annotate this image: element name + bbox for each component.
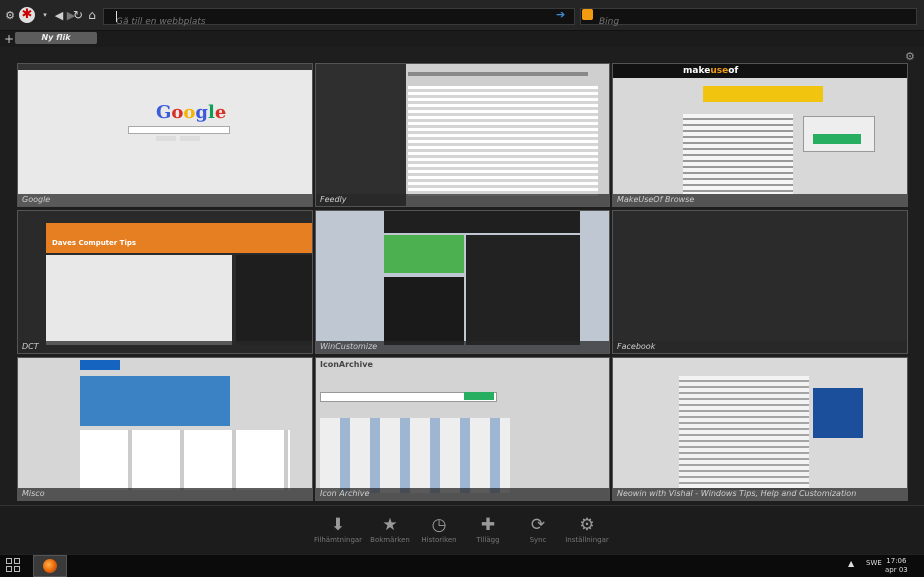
home-icon[interactable]: ⌂ [85, 8, 99, 22]
browser-logo-icon[interactable]: ✱ [19, 7, 35, 23]
clock-time: 17:06 [886, 557, 907, 565]
speed-dial-makeuseof[interactable]: makeuseof MakeUseOf Browse [612, 63, 908, 207]
google-logo-art: Google [156, 102, 227, 123]
url-input[interactable] [116, 14, 546, 30]
thumbnail-label: DCT [18, 341, 312, 353]
menu-button-icon[interactable]: ⚙ [3, 8, 17, 22]
download-icon: ⬇ [330, 515, 346, 535]
firefox-icon [43, 559, 57, 573]
logo-dropdown-icon[interactable]: ▾ [38, 8, 52, 22]
speed-dial-settings-icon[interactable]: ⚙ [905, 50, 915, 63]
thumbnail-label: Neowin with Vishal - Windows Tips, Help … [613, 488, 907, 500]
speed-dial-google[interactable]: Google Google [17, 63, 313, 207]
text-cursor [116, 11, 117, 22]
thumbnail-label: Google [18, 194, 312, 206]
settings-button[interactable]: ⚙ Inställningar [557, 515, 617, 544]
speed-dial-dct[interactable]: Daves Computer Tips DCT [17, 210, 313, 354]
thumbnail-label: Icon Archive [316, 488, 609, 500]
thumbnail-label: Misco [18, 488, 312, 500]
thumbnail-label: Feedly [316, 194, 609, 206]
clock-date: apr 03 [885, 566, 908, 574]
taskbar-browser-button[interactable] [33, 555, 67, 577]
speed-dial-misco[interactable]: Misco [17, 357, 313, 501]
search-input[interactable] [599, 14, 899, 30]
tab-bar [0, 31, 924, 47]
thumbnail-label: MakeUseOf Browse [613, 194, 907, 206]
search-engine-icon[interactable] [582, 9, 593, 20]
speed-dial-iconarchive[interactable]: IconArchive Icon Archive [315, 357, 610, 501]
tool-label: Filhämtningar [313, 536, 363, 544]
speed-dial-neowin[interactable]: Neowin with Vishal - Windows Tips, Help … [612, 357, 908, 501]
thumbnail-label: WinCustomize [316, 341, 609, 353]
tab-new-tab[interactable]: Ny flik [15, 32, 97, 44]
gear-icon: ⚙ [579, 515, 595, 535]
language-indicator[interactable]: SWE [866, 559, 882, 567]
speed-dial-wincustomize[interactable]: WinCustomize [315, 210, 610, 354]
go-arrow-icon[interactable]: ➔ [556, 8, 565, 21]
thumbnail-label: Facebook [613, 341, 907, 353]
reload-icon[interactable]: ↻ [71, 8, 85, 22]
url-bar[interactable] [103, 8, 575, 30]
os-taskbar [0, 554, 924, 577]
search-bar[interactable] [580, 8, 917, 30]
start-button-icon[interactable] [6, 558, 20, 572]
tool-label: Inställningar [565, 536, 609, 544]
speed-dial-feedly[interactable]: Feedly [315, 63, 610, 207]
clock[interactable]: 17:06 apr 03 [885, 557, 908, 575]
downloads-button[interactable]: ⬇ Filhämtningar [308, 515, 368, 544]
speed-dial-facebook[interactable]: Facebook [612, 210, 908, 354]
tray-arrow-icon[interactable]: ▲ [848, 559, 854, 568]
new-tab-plus-icon[interactable]: + [4, 32, 14, 46]
